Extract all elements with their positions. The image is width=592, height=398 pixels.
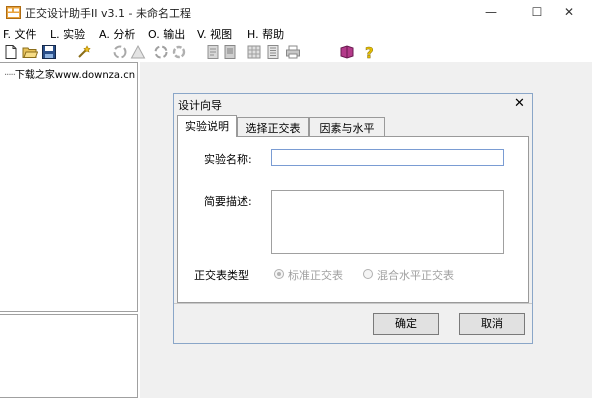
doc-alt-icon[interactable] xyxy=(222,44,238,60)
new-file-icon[interactable] xyxy=(3,44,19,60)
wizard-icon[interactable] xyxy=(76,44,92,60)
radio-standard-table[interactable] xyxy=(274,269,284,279)
minimize-button[interactable]: — xyxy=(468,0,514,24)
save-icon[interactable] xyxy=(41,44,57,60)
recycle-icon[interactable] xyxy=(112,44,128,60)
project-tree[interactable]: ·····下载之家www.downza.cn xyxy=(0,62,138,312)
description-textarea[interactable] xyxy=(271,190,504,254)
window-title: 正交设计助手II v3.1 - 未命名工程 xyxy=(25,7,191,20)
recycle-gray-icon[interactable] xyxy=(171,44,187,60)
table-type-label: 正交表类型 xyxy=(194,269,249,282)
cancel-button[interactable]: 取消 xyxy=(459,313,525,335)
triangle-icon[interactable] xyxy=(130,44,146,60)
dialog-separator xyxy=(174,303,532,304)
menu-experiment[interactable]: L. 实验 xyxy=(50,26,85,42)
design-wizard-dialog: 设计向导 ✕ 实验说明 选择正交表 因素与水平 实验名称: 简要描述: 正交表类… xyxy=(173,93,533,344)
printer-icon[interactable] xyxy=(285,44,301,60)
tab-panel-experiment-description: 实验名称: 简要描述: 正交表类型 标准正交表 混合水平正交表 xyxy=(177,136,529,303)
menu-file[interactable]: F. 文件 xyxy=(3,26,37,42)
doc-icon[interactable] xyxy=(205,44,221,60)
toolbar: ? xyxy=(0,42,592,62)
menu-bar: F. 文件 L. 实验 A. 分析 O. 输出 V. 视图 H. 帮助 xyxy=(0,24,592,42)
title-bar: 正交设计助手II v3.1 - 未命名工程 — ☐ ✕ xyxy=(0,0,592,24)
dialog-title: 设计向导 xyxy=(178,99,222,112)
tab-select-orthogonal-table[interactable]: 选择正交表 xyxy=(237,117,309,136)
page-icon[interactable] xyxy=(265,44,281,60)
menu-analysis[interactable]: A. 分析 xyxy=(99,26,135,42)
help-icon[interactable]: ? xyxy=(361,44,377,60)
tree-root-label: 下载之家www.downza.cn xyxy=(14,70,136,81)
radio-mixed-label: 混合水平正交表 xyxy=(377,269,454,282)
tab-experiment-description[interactable]: 实验说明 xyxy=(177,115,237,137)
tab-factors-levels[interactable]: 因素与水平 xyxy=(309,117,385,136)
menu-help[interactable]: H. 帮助 xyxy=(247,26,284,42)
tree-root-item[interactable]: ·····下载之家www.downza.cn xyxy=(4,66,135,81)
menu-output[interactable]: O. 输出 xyxy=(148,26,185,42)
experiment-name-input[interactable] xyxy=(271,149,504,166)
book-icon[interactable] xyxy=(339,44,355,60)
radio-standard-label: 标准正交表 xyxy=(288,269,343,282)
close-window-button[interactable]: ✕ xyxy=(546,0,592,24)
dialog-close-icon[interactable]: ✕ xyxy=(514,96,525,111)
tree-connector: ····· xyxy=(4,70,16,81)
recycle-alt-icon[interactable] xyxy=(153,44,169,60)
open-folder-icon[interactable] xyxy=(22,44,38,60)
grid-icon[interactable] xyxy=(246,44,262,60)
ok-button[interactable]: 确定 xyxy=(373,313,439,335)
app-icon xyxy=(6,6,21,19)
menu-view[interactable]: V. 视图 xyxy=(197,26,232,42)
svg-text:?: ? xyxy=(365,44,374,60)
experiment-name-label: 实验名称: xyxy=(204,153,252,166)
radio-mixed-level-table[interactable] xyxy=(363,269,373,279)
description-label: 简要描述: xyxy=(204,195,252,208)
lower-left-pane xyxy=(0,314,138,398)
